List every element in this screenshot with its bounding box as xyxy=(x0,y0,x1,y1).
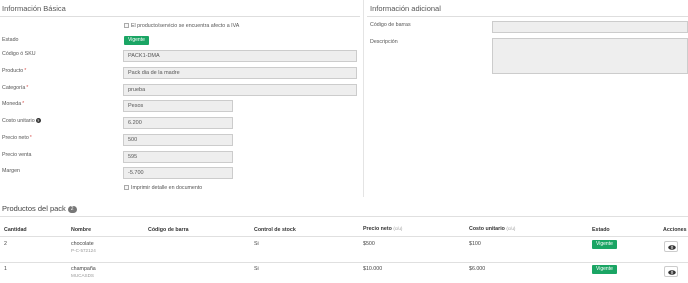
row-name: chocolate xyxy=(71,241,94,247)
pack-count-badge: 2 xyxy=(67,206,77,213)
pack-products-title: Productos del pack 2 xyxy=(2,204,77,213)
sku-label: Código ó SKU xyxy=(2,51,36,57)
col-net-price: Precio neto (c/u) xyxy=(363,226,403,232)
row-unit-cost: $6.000 xyxy=(469,266,486,272)
row-quantity: 2 xyxy=(4,241,7,247)
additional-info-divider xyxy=(367,16,688,17)
header-divider xyxy=(0,236,688,237)
margin-label: Margen xyxy=(2,168,20,174)
col-status: Estado xyxy=(592,227,610,233)
unit-cost-label: Costo unitario? xyxy=(2,118,41,124)
iva-checkbox[interactable] xyxy=(124,23,129,28)
col-barcode: Código de barra xyxy=(148,227,189,233)
row-unit-cost: $100 xyxy=(469,241,481,247)
barcode-field[interactable] xyxy=(492,21,688,33)
row-sku: MUCASDS xyxy=(71,273,94,278)
question-circle-icon: ? xyxy=(35,118,41,123)
row-net-price: $10.000 xyxy=(363,266,383,272)
row-stock-control: Si xyxy=(254,241,259,247)
col-name: Nombre xyxy=(71,227,92,233)
additional-info-title: Información adicional xyxy=(370,4,441,13)
basic-info-title: Información Básica xyxy=(2,4,66,13)
description-label: Descripción xyxy=(370,39,398,45)
pack-title-divider xyxy=(0,216,688,217)
col-stock-control: Control de stock xyxy=(254,227,296,233)
product-field[interactable]: Pack dia de la madre xyxy=(123,67,357,79)
sku-field[interactable]: PACK1-DMA xyxy=(123,50,357,62)
row-divider xyxy=(0,262,688,263)
row-quantity: 1 xyxy=(4,266,7,272)
col-unit-cost: Costo unitario (c/u) xyxy=(469,226,516,232)
status-badge: Vigente xyxy=(124,36,149,45)
margin-field[interactable]: -5.700 xyxy=(123,167,233,179)
net-price-field[interactable]: 500 xyxy=(123,134,233,146)
col-quantity: Cantidad xyxy=(4,227,27,233)
print-detail-label: Imprimir detalle en documento xyxy=(131,185,203,191)
panel-divider xyxy=(363,0,364,197)
category-field[interactable]: prueba xyxy=(123,84,357,96)
row-status-badge: Vigente xyxy=(592,240,617,249)
row-status-badge: Vigente xyxy=(592,265,617,274)
view-button[interactable] xyxy=(664,241,678,252)
basic-info-divider xyxy=(0,16,360,17)
row-stock-control: Si xyxy=(254,266,259,272)
col-actions: Acciones xyxy=(663,227,687,233)
row-net-price: $500 xyxy=(363,241,375,247)
net-price-label: Precio neto* xyxy=(2,135,32,141)
product-label: Producto* xyxy=(2,68,27,74)
row-name: champaña xyxy=(71,266,96,272)
print-detail-checkbox[interactable] xyxy=(124,185,129,190)
currency-select[interactable]: Pesos xyxy=(123,100,233,112)
currency-label: Moneda* xyxy=(2,101,25,107)
eye-icon xyxy=(668,269,676,275)
status-label: Estado xyxy=(2,37,19,43)
row-sku: P-C-572124 xyxy=(71,248,96,253)
view-button[interactable] xyxy=(664,266,678,277)
sale-price-label: Precio venta xyxy=(2,152,32,158)
eye-icon xyxy=(668,244,676,250)
unit-cost-field[interactable]: 6.200 xyxy=(123,117,233,129)
iva-checkbox-label: El producto/servicio se encuentra afecto… xyxy=(131,23,240,29)
description-textarea[interactable] xyxy=(492,38,688,74)
category-label: Categoría* xyxy=(2,85,29,91)
barcode-label: Código de barras xyxy=(370,22,411,28)
sale-price-field[interactable]: 595 xyxy=(123,151,233,163)
